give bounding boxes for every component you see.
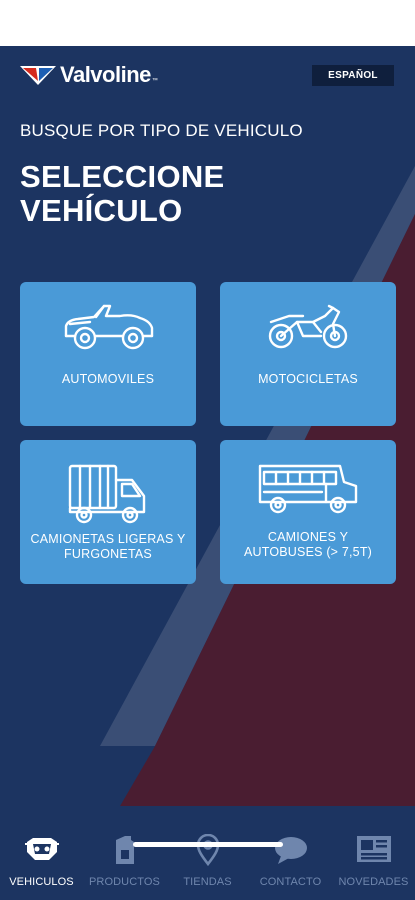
- header: Valvoline ™ ESPAÑOL: [0, 46, 415, 106]
- status-bar: [0, 0, 415, 46]
- vehicle-card-motocicletas[interactable]: MOTOCICLETAS: [220, 282, 396, 426]
- tab-label: CONTACTO: [259, 876, 322, 888]
- tab-label: NOVEDADES: [338, 876, 409, 888]
- bus-icon: [258, 464, 358, 514]
- vehicle-label: MOTOCICLETAS: [258, 372, 358, 386]
- page-subtitle: BUSQUE POR TIPO DE VEHICULO: [20, 121, 303, 140]
- oil-can-icon: [115, 836, 134, 864]
- vehicle-card-automoviles[interactable]: AUTOMOVILES: [20, 282, 196, 426]
- language-button[interactable]: ESPAÑOL: [312, 65, 394, 86]
- tab-vehiculos[interactable]: VEHICULOS: [0, 814, 83, 890]
- tab-productos[interactable]: PRODUCTOS: [83, 814, 166, 890]
- tab-tiendas[interactable]: TIENDAS: [166, 814, 249, 890]
- vehicle-engine-icon: [24, 838, 59, 860]
- valvoline-logo: Valvoline ™: [20, 62, 158, 88]
- vehicle-card-camionetas[interactable]: CAMIONETAS LIGERAS Y FURGONETAS: [20, 440, 196, 584]
- vehicle-label: AUTOMOVILES: [61, 372, 155, 386]
- location-pin-icon: [196, 834, 219, 866]
- chat-bubble-icon: [274, 837, 307, 864]
- brand-name: Valvoline: [60, 62, 151, 87]
- car-icon: [64, 304, 154, 350]
- brand-trademark: ™: [151, 78, 158, 84]
- home-indicator[interactable]: [133, 842, 283, 847]
- page-title: SELECCIONE VEHÍCULO: [20, 159, 225, 228]
- bottom-tab-bar: VEHICULOS PRODUCTOS TIENDAS CONTACTO NOV…: [0, 814, 415, 900]
- vehicle-card-camiones-autobuses[interactable]: CAMIONES Y AUTOBUSES (> 7,5T): [220, 440, 396, 584]
- tab-label: PRODUCTOS: [89, 876, 160, 888]
- app-screen: Valvoline ™ ESPAÑOL BUSQUE POR TIPO DE V…: [0, 46, 415, 900]
- motorcycle-icon: [268, 304, 348, 349]
- vehicle-label: CAMIONETAS LIGERAS Y FURGONETAS: [30, 532, 186, 561]
- tab-contacto[interactable]: CONTACTO: [249, 814, 332, 890]
- tab-label: TIENDAS: [183, 876, 232, 888]
- newspaper-icon: [356, 836, 391, 862]
- tab-label: VEHICULOS: [9, 876, 74, 888]
- tab-novedades[interactable]: NOVEDADES: [332, 814, 415, 890]
- valvoline-v-logo-icon: [20, 66, 56, 85]
- van-truck-icon: [68, 464, 146, 524]
- vehicle-label: CAMIONES Y AUTOBUSES (> 7,5T): [243, 530, 373, 559]
